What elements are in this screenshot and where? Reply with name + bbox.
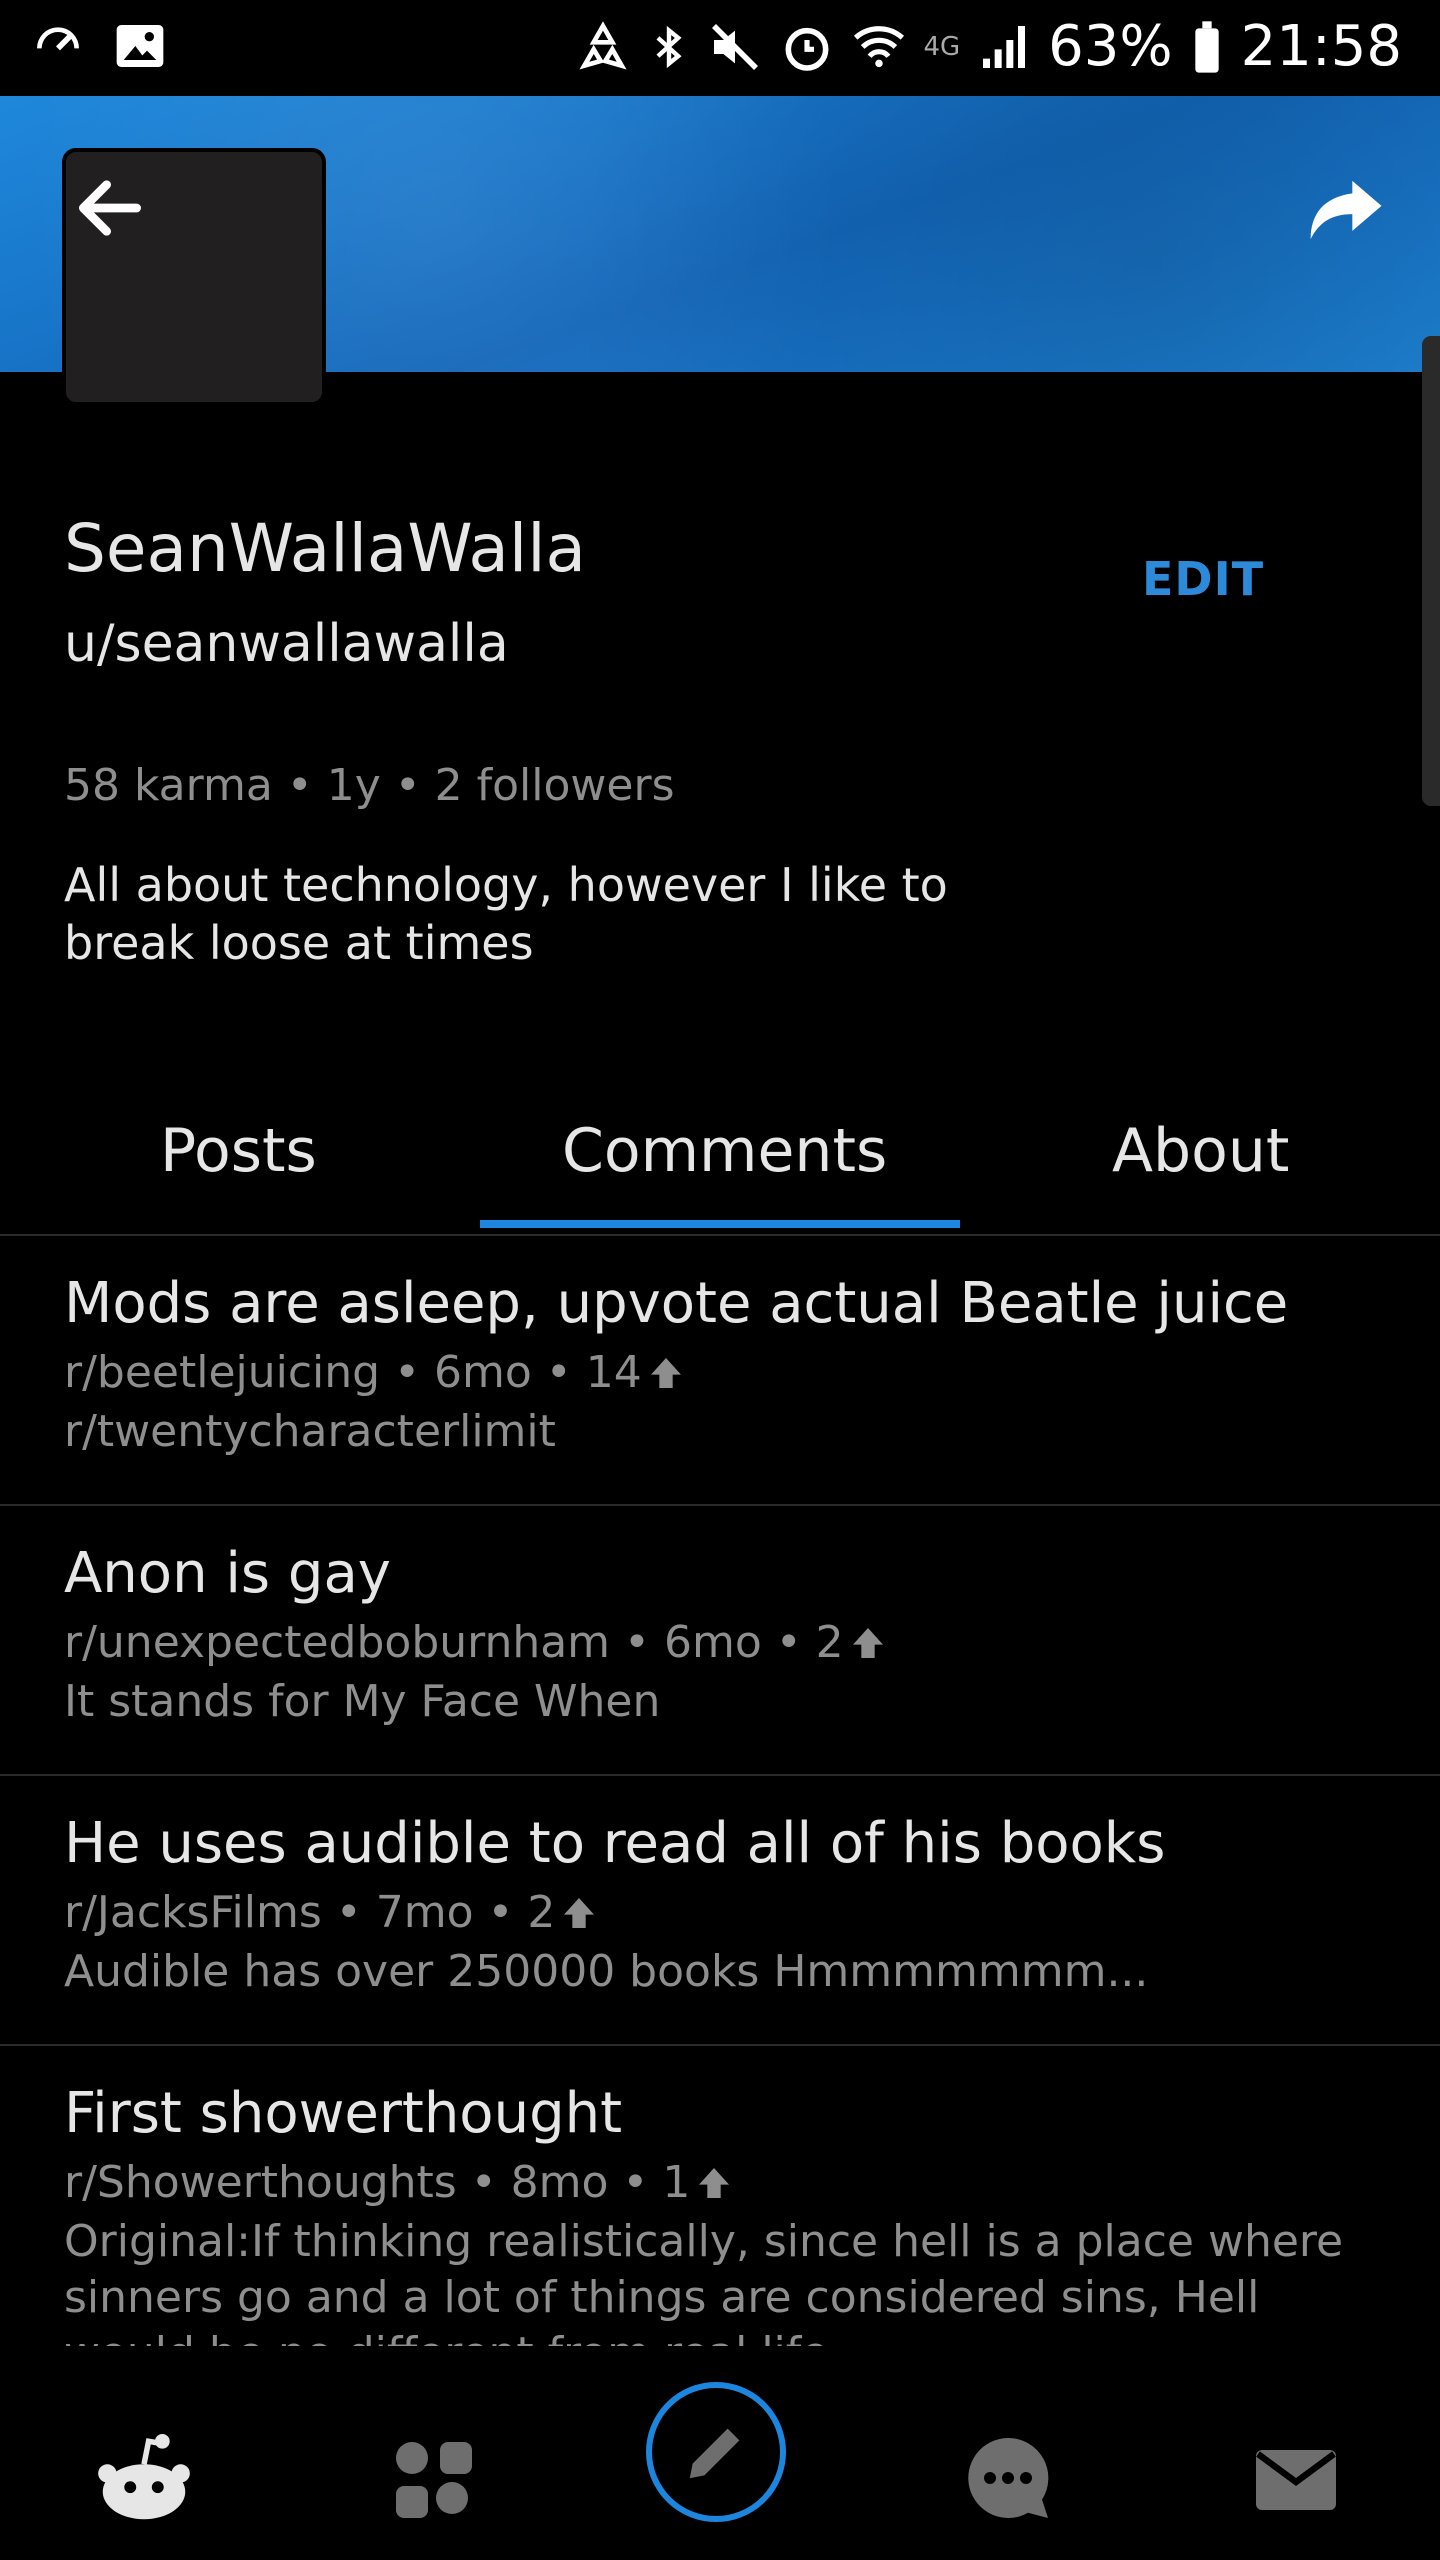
battery-icon [1194,20,1219,73]
tab-comments[interactable]: Comments [562,1116,887,1186]
comment-meta-text: r/beetlejuicing • 6mo • 14 [64,1347,642,1398]
status-bar: 4G 63% 21:58 [0,0,1440,96]
comment-body: r/twentycharacterlimit [64,1406,556,1457]
speedometer-icon [37,27,79,51]
nav-chat[interactable] [948,2418,1068,2538]
compose-button[interactable] [646,2382,786,2522]
share-icon[interactable] [1294,160,1394,260]
nav-home[interactable] [84,2418,204,2538]
comment-post-title: First showerthought [64,2081,623,2146]
profile-tabs: Posts Comments About [0,1086,1440,1236]
wifi-icon [854,25,905,67]
bluetooth-icon [656,25,682,68]
tab-about[interactable]: About [1112,1116,1289,1186]
comment-meta: r/JacksFilms • 7mo • 2 [64,1882,1376,1944]
scrollbar[interactable] [1422,336,1440,806]
list-item[interactable]: First showerthought r/Showerthoughts • 8… [0,2046,1440,2346]
comment-meta: r/unexpectedboburnham • 6mo • 2 [64,1612,1376,1674]
battery-percent: 63% [1048,14,1173,79]
profile-bio: All about technology, however I like to … [64,858,948,970]
comment-post-title: He uses audible to read all of his books [64,1811,1166,1876]
comment-meta: r/Showerthoughts • 8mo • 1 [64,2152,1376,2214]
image-icon [116,25,164,67]
signal-icon [983,25,1026,68]
recycle-icon [579,20,627,69]
list-item[interactable]: Anon is gay r/unexpectedboburnham • 6mo … [0,1506,1440,1776]
upvote-icon [650,1358,681,1388]
nav-inbox[interactable] [1236,2418,1356,2538]
bottom-nav [0,2346,1440,2560]
mute-icon [712,23,759,70]
list-item[interactable]: Mods are asleep, upvote actual Beatle ju… [0,1236,1440,1506]
tab-posts[interactable]: Posts [160,1116,317,1186]
upvote-icon [852,1628,883,1658]
active-tab-indicator [480,1220,960,1228]
network-type: 4G [923,31,961,62]
pencil-icon [689,2428,740,2479]
back-arrow-icon[interactable] [70,168,150,248]
edit-button[interactable]: EDIT [1142,552,1264,606]
home-icon [98,2434,190,2520]
display-name: SeanWallaWalla [64,510,586,587]
upvote-icon [564,1898,595,1928]
comments-list[interactable]: Mods are asleep, upvote actual Beatle ju… [0,1236,1440,2346]
profile-stats: 58 karma • 1y • 2 followers [64,760,675,811]
upvote-icon [699,2168,730,2198]
list-item[interactable]: He uses audible to read all of his books… [0,1776,1440,2046]
comment-meta-text: r/JacksFilms • 7mo • 2 [64,1887,556,1938]
comment-meta: r/beetlejuicing • 6mo • 14 [64,1342,1376,1404]
clock-time: 21:58 [1240,14,1402,79]
comment-post-title: Anon is gay [64,1541,391,1606]
comment-body: Original:If thinking realistically, sinc… [64,2216,1344,2346]
chat-icon [968,2437,1049,2518]
communities-icon [396,2442,472,2518]
mail-icon [1256,2450,1336,2510]
alarm-icon [785,27,829,71]
username: u/seanwallawalla [64,614,509,674]
comment-body: It stands for My Face When [64,1676,661,1727]
nav-communities[interactable] [372,2418,492,2538]
comment-post-title: Mods are asleep, upvote actual Beatle ju… [64,1271,1289,1336]
comment-body: Audible has over 250000 books Hmmmmmmm..… [64,1946,1149,1997]
comment-meta-text: r/Showerthoughts • 8mo • 1 [64,2157,691,2208]
comment-meta-text: r/unexpectedboburnham • 6mo • 2 [64,1617,844,1668]
